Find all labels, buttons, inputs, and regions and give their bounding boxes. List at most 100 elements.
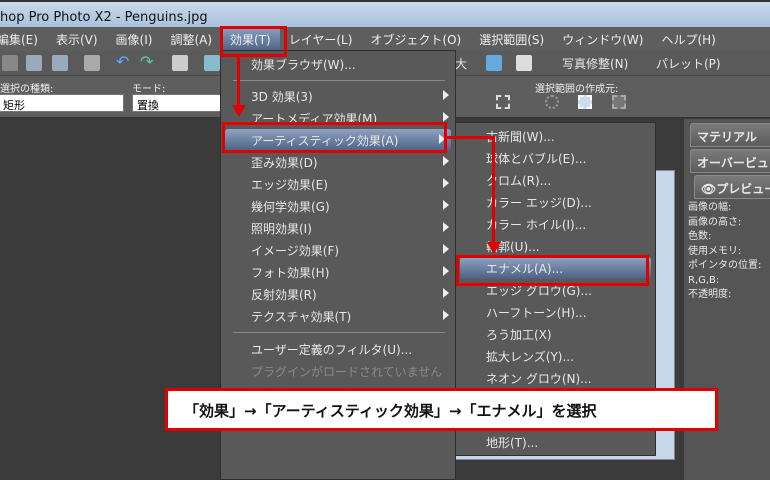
effects-item-7-label: イメージ効果(F) [251, 244, 340, 258]
photo-fix-button[interactable]: 写真修整(N) [562, 55, 628, 72]
arrow-head-icon [487, 242, 501, 254]
select-all-icon[interactable] [496, 95, 510, 109]
menu-0[interactable]: 編集(E) [0, 27, 47, 51]
materials-tab[interactable]: マテリアル [690, 123, 770, 147]
chevron-right-icon [443, 222, 449, 232]
effects-item-8[interactable]: フォト効果(H) [221, 261, 455, 283]
chevron-right-icon [443, 178, 449, 188]
selection-type-label: 選択の種類: [0, 84, 54, 95]
mode-label: モード: [132, 84, 166, 95]
artistic-item-2[interactable]: クロム(R)... [456, 169, 655, 191]
chevron-right-icon [443, 310, 449, 320]
save-icon[interactable] [26, 55, 42, 71]
arrow-line [492, 136, 495, 244]
undo-icon[interactable]: ↶ [116, 52, 132, 71]
info-label: R,G,B: [688, 274, 720, 286]
menu-separator [233, 332, 445, 333]
info-label: 画像の高さ: [688, 216, 742, 228]
mode-select[interactable]: 置換 [132, 94, 222, 112]
new-window-icon[interactable] [172, 55, 188, 71]
overview-tab[interactable]: オーバービュー [690, 149, 770, 187]
effects-item-4[interactable]: エッジ効果(E) [221, 173, 455, 195]
print-icon[interactable] [84, 55, 100, 71]
effects-item-5[interactable]: 幾何学効果(G) [221, 195, 455, 217]
menu-7[interactable]: 選択範囲(S) [470, 27, 553, 51]
effects-item-0[interactable]: 3D 効果(3) [221, 85, 455, 107]
artistic-item-5[interactable]: 輪郭(U)... [456, 235, 655, 257]
chevron-right-icon [443, 288, 449, 298]
menu-5[interactable]: レイヤー(L) [280, 27, 362, 51]
artistic-item-3-label: カラー エッジ(D)... [486, 196, 592, 210]
artistic-item-10[interactable]: 拡大レンズ(Y)... [456, 345, 655, 367]
redo-icon[interactable]: ↷ [140, 52, 156, 71]
artistic-item-terrain[interactable]: 地形(T)... [456, 431, 655, 453]
menu-8[interactable]: ウィンドウ(W) [553, 27, 652, 51]
info-label: 色数: [688, 231, 712, 242]
create-from-label: 選択範囲の作成元: [535, 84, 619, 95]
selection-type-select[interactable]: 矩形 [0, 94, 124, 112]
share-icon[interactable] [486, 55, 502, 71]
artistic-item-7-label: エッジ グロウ(G)... [486, 284, 592, 298]
info-label: 不透明度: [688, 289, 732, 300]
artistic-item-8-label: ハーフトーン(H)... [486, 306, 587, 320]
artistic-item-2-label: クロム(R)... [486, 174, 552, 188]
no-plugins-item-label: プラグインがロードされていません [251, 365, 443, 379]
info-label: ポインタの位置: [688, 260, 762, 271]
menu-1[interactable]: 表示(V) [47, 27, 107, 51]
menu-6[interactable]: オブジェクト(O) [361, 27, 470, 51]
copy-icon[interactable] [516, 55, 532, 71]
artistic-item-1-label: 球体とバブル(E)... [486, 152, 587, 166]
open-icon[interactable] [2, 55, 18, 71]
effects-item-3[interactable]: 歪み効果(D) [221, 151, 455, 173]
image-icon[interactable] [204, 55, 220, 71]
effects-item-8-label: フォト効果(H) [251, 266, 330, 280]
artistic-item-3[interactable]: カラー エッジ(D)... [456, 191, 655, 213]
chevron-right-icon [443, 266, 449, 276]
menu-2[interactable]: 画像(I) [107, 27, 162, 51]
arrow-line [237, 57, 240, 107]
user-filter-item[interactable]: ユーザー定義のフィルタ(U)... [221, 338, 455, 360]
save-as-icon[interactable] [52, 55, 68, 71]
effects-item-10-label: テクスチャ効果(T) [251, 310, 352, 324]
info-label: 画像の幅: [688, 202, 732, 213]
chevron-right-icon [443, 200, 449, 210]
arrow-head-icon [232, 105, 246, 117]
artistic-item-11[interactable]: ネオン グロウ(N)... [456, 367, 655, 389]
highlight-enamel [456, 255, 649, 286]
artistic-item-8[interactable]: ハーフトーン(H)... [456, 301, 655, 323]
artistic-item-1[interactable]: 球体とバブル(E)... [456, 147, 655, 169]
chevron-right-icon [443, 156, 449, 166]
artistic-item-terrain-label: 地形(T)... [486, 436, 539, 450]
enlarge-label[interactable]: 大 [455, 55, 467, 72]
effects-item-3-label: 歪み効果(D) [251, 156, 318, 170]
artistic-item-4[interactable]: カラー ホイル(I)... [456, 213, 655, 235]
instruction-callout: 「効果」→「アーティスティック効果」→「エナメル」を選択 [165, 388, 718, 431]
effects-item-6-label: 照明効果(I) [251, 222, 312, 236]
chevron-right-icon [443, 112, 449, 122]
info-label: 使用メモリ: [688, 245, 742, 257]
effects-item-9-label: 反射効果(R) [251, 288, 317, 302]
no-plugins-item[interactable]: プラグインがロードされていません [221, 360, 455, 382]
select-layer-icon[interactable] [612, 95, 626, 109]
select-rect-icon[interactable] [578, 95, 592, 109]
select-ellipse-icon[interactable] [545, 95, 559, 109]
effects-item-6[interactable]: 照明効果(I) [221, 217, 455, 239]
artistic-item-9[interactable]: ろう加工(X) [456, 323, 655, 345]
chevron-right-icon [443, 244, 449, 254]
image-info: 画像の幅: 画像の高さ: 色数: 使用メモリ: ポインタの位置: R,G,B: 不透明度: [684, 201, 761, 303]
effects-item-9[interactable]: 反射効果(R) [221, 283, 455, 305]
menu-9[interactable]: ヘルプ(H) [652, 27, 724, 51]
menu-3[interactable]: 調整(A) [161, 27, 221, 51]
artistic-item-11-label: ネオン グロウ(N)... [486, 372, 592, 386]
effects-item-4-label: エッジ効果(E) [251, 178, 328, 192]
window-title: hop Pro Photo X2 - Penguins.jpg [0, 10, 208, 25]
effects-item-10[interactable]: テクスチャ効果(T) [221, 305, 455, 327]
title-bar: hop Pro Photo X2 - Penguins.jpg [0, 0, 770, 27]
artistic-item-9-label: ろう加工(X) [486, 328, 552, 342]
palette-button[interactable]: パレット(P) [656, 55, 721, 72]
artistic-item-0-label: 古新聞(W)... [486, 130, 555, 144]
arrow-line [447, 136, 495, 139]
preview-tab[interactable]: 👁プレビュー [694, 175, 770, 199]
chevron-right-icon [443, 90, 449, 100]
effects-item-7[interactable]: イメージ効果(F) [221, 239, 455, 261]
